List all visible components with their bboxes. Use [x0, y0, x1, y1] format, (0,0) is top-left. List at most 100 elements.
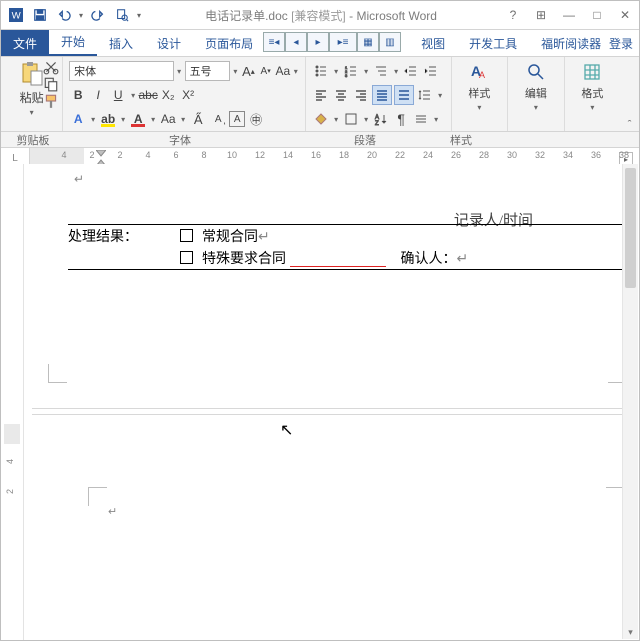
clear-formatting-icon[interactable]: Aٖ [209, 110, 227, 128]
fontcolor-dropdown-icon[interactable] [149, 115, 157, 124]
format-painter-icon[interactable] [43, 94, 59, 108]
app-name: Microsoft Word [356, 9, 436, 23]
align-right-icon[interactable] [352, 86, 370, 104]
format-dropdown-icon[interactable] [588, 103, 596, 112]
next-next-icon[interactable]: ▸≡ [329, 32, 357, 52]
view-a-icon[interactable]: ▦ [357, 32, 379, 52]
align-left-icon[interactable] [312, 86, 330, 104]
ribbon-display-icon[interactable]: ⊞ [527, 4, 555, 26]
maximize-icon[interactable]: □ [583, 4, 611, 26]
print-preview-icon[interactable] [111, 4, 133, 26]
copy-icon[interactable] [43, 77, 59, 91]
effects-dropdown-icon[interactable] [89, 115, 97, 124]
distribute-icon[interactable] [394, 85, 414, 105]
scroll-down-icon[interactable]: ▾ [623, 625, 638, 639]
view-b-icon[interactable]: ▥ [379, 32, 401, 52]
paint-dropdown-icon[interactable] [332, 115, 340, 124]
checkbox-special[interactable] [180, 251, 193, 264]
editing-dropdown-icon[interactable] [532, 103, 540, 112]
align-justify-icon[interactable] [372, 85, 392, 105]
snap-to-grid-icon[interactable] [412, 110, 430, 128]
tab-design[interactable]: 设计 [145, 30, 193, 56]
checkbox-normal[interactable] [180, 229, 193, 242]
tab-home[interactable]: 开始 [49, 28, 97, 56]
styles-dropdown-icon[interactable] [475, 103, 483, 112]
bold-button[interactable]: B [69, 86, 87, 104]
minimize-icon[interactable]: — [555, 4, 583, 26]
numbering-icon[interactable]: 123 [342, 62, 360, 80]
word-app-icon[interactable]: W [5, 4, 27, 26]
text-effects-icon[interactable]: A [69, 110, 87, 128]
char-shading-icon[interactable]: Aa [159, 110, 177, 128]
font-size-select[interactable]: 五号 [185, 61, 230, 81]
format-button[interactable]: 格式 [581, 61, 603, 112]
help-icon[interactable]: ? [499, 4, 527, 26]
page-gap[interactable] [32, 404, 631, 420]
borders-dropdown-icon[interactable] [362, 115, 370, 124]
vertical-ruler[interactable]: 4 2 [1, 164, 24, 640]
font-color-icon[interactable]: A [129, 110, 147, 128]
undo-dropdown-icon[interactable] [77, 4, 85, 26]
styles-button[interactable]: AA 样式 [468, 61, 490, 112]
subscript-button[interactable]: X₂ [159, 86, 177, 104]
grid-dropdown-icon[interactable] [432, 115, 440, 124]
undo-icon[interactable] [53, 4, 75, 26]
scroll-thumb[interactable] [625, 168, 636, 288]
italic-button[interactable]: I [89, 86, 107, 104]
shading-dropdown-icon[interactable] [179, 115, 187, 124]
font-group-label: 字体 [65, 132, 295, 147]
tab-page-layout[interactable]: 页面布局 [193, 30, 265, 56]
login-link[interactable]: 登录 [609, 30, 633, 56]
multilevel-list-icon[interactable] [372, 62, 390, 80]
decrease-indent-icon[interactable] [402, 62, 420, 80]
strikethrough-button[interactable]: abc [139, 86, 157, 104]
page-canvas[interactable]: ↵ 记录人/时间 处理结果： 常规合同↵ 特殊要求合同 确认人：↵ [24, 164, 639, 640]
grow-font-icon[interactable]: A▴ [241, 62, 256, 80]
line-spacing-icon[interactable] [416, 86, 434, 104]
tab-insert[interactable]: 插入 [97, 30, 145, 56]
redo-icon[interactable] [87, 4, 109, 26]
prev-icon[interactable]: ◂ [285, 32, 307, 52]
underline-dropdown-icon[interactable] [129, 91, 137, 100]
underline-button[interactable]: U [109, 86, 127, 104]
ruler-tick: 2 [117, 150, 122, 160]
show-marks-icon[interactable]: ¶ [392, 110, 410, 128]
increase-indent-icon[interactable] [422, 62, 440, 80]
ruler-tick: 32 [535, 150, 545, 160]
font-size-dropdown-icon[interactable] [232, 67, 239, 76]
close-icon[interactable]: ✕ [611, 4, 639, 26]
borders-icon[interactable] [342, 110, 360, 128]
numbering-dropdown-icon[interactable] [362, 67, 370, 76]
phonetic-guide-icon[interactable]: A̋ [189, 110, 207, 128]
shrink-font-icon[interactable]: A▾ [258, 62, 273, 80]
paste-dropdown-icon[interactable] [28, 108, 36, 117]
collapse-ribbon-icon[interactable]: ˆ [620, 57, 639, 131]
font-name-select[interactable]: 宋体 [69, 61, 174, 81]
multilevel-dropdown-icon[interactable] [392, 67, 400, 76]
spacing-dropdown-icon[interactable] [436, 91, 444, 100]
save-icon[interactable] [29, 4, 51, 26]
prev-prev-icon[interactable]: ≡◂ [263, 32, 285, 52]
sort-icon[interactable]: AZ [372, 110, 390, 128]
qat-customize-icon[interactable] [135, 4, 143, 26]
cut-icon[interactable] [43, 60, 59, 74]
case-dropdown-icon[interactable] [292, 67, 299, 76]
tab-foxit[interactable]: 福昕阅读器 [529, 30, 613, 56]
char-border-icon[interactable]: A [229, 111, 245, 127]
tab-view[interactable]: 视图 [409, 30, 457, 56]
bullets-icon[interactable] [312, 62, 330, 80]
highlight-color-icon[interactable]: ab [99, 110, 117, 128]
change-case-icon[interactable]: Aa [275, 62, 290, 80]
shading-icon[interactable] [312, 110, 330, 128]
vertical-scrollbar[interactable]: ▴ ▾ [622, 164, 638, 639]
editing-button[interactable]: 编辑 [525, 61, 547, 112]
superscript-button[interactable]: X² [179, 86, 197, 104]
bullets-dropdown-icon[interactable] [332, 67, 340, 76]
align-center-icon[interactable] [332, 86, 350, 104]
font-name-dropdown-icon[interactable] [176, 67, 183, 76]
tab-file[interactable]: 文件 [1, 30, 49, 56]
highlight-dropdown-icon[interactable] [119, 115, 127, 124]
enclose-char-icon[interactable]: ㊥ [247, 110, 265, 128]
tab-developer[interactable]: 开发工具 [457, 30, 529, 56]
next-icon[interactable]: ▸ [307, 32, 329, 52]
